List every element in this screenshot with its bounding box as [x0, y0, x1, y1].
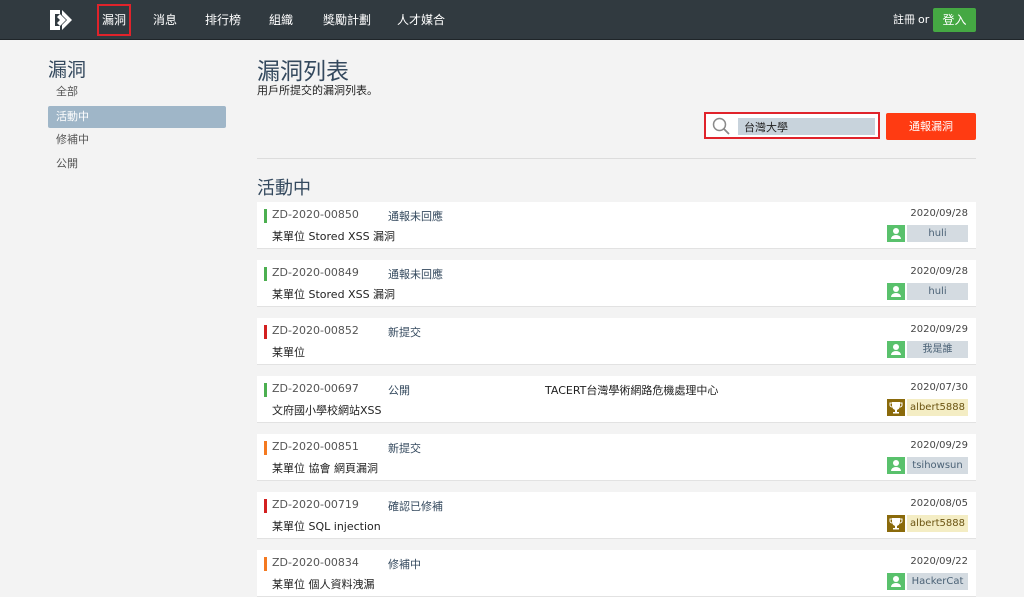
vulnerability-status: 公開: [388, 384, 410, 397]
vulnerability-title[interactable]: 某單位 協會 網頁漏洞: [272, 460, 378, 476]
vulnerability-title[interactable]: 文府國小學校網站XSS: [272, 402, 382, 418]
sidebar-item-patching[interactable]: 修補中: [48, 129, 226, 151]
reporter-badge[interactable]: huli: [887, 283, 968, 300]
reporter-username: albert5888: [907, 515, 968, 532]
vulnerability-status: 確認已修補: [388, 500, 443, 513]
divider: [257, 158, 976, 159]
vulnerability-status: 新提交: [388, 326, 421, 339]
vulnerability-card[interactable]: ZD-2020-00849 通報未回應 2020/09/28 某單位 Stored X…: [257, 260, 976, 307]
user-icon: [887, 457, 905, 474]
reporter-username: HackerCat: [907, 573, 968, 590]
search-box: [704, 112, 880, 139]
report-vulnerability-button[interactable]: 通報漏洞: [886, 113, 976, 140]
vulnerability-id[interactable]: ZD-2020-00697: [272, 382, 359, 395]
vulnerability-status: 通報未回應: [388, 210, 443, 223]
user-icon: [887, 225, 905, 242]
vulnerability-status: 修補中: [388, 558, 421, 571]
reporter-badge[interactable]: albert5888: [887, 515, 968, 532]
reporter-badge[interactable]: albert5888: [887, 399, 968, 416]
top-navbar: 漏洞 消息 排行榜 組織 獎勵計劃 人才媒合 註冊 or 登入: [0, 0, 1024, 40]
sidebar-item-public[interactable]: 公開: [48, 153, 226, 175]
register-link[interactable]: 註冊: [893, 0, 915, 40]
reporter-badge[interactable]: tsihowsun: [887, 457, 968, 474]
vulnerability-card[interactable]: ZD-2020-00834 修補中 2020/09/22 某單位 個人資料洩漏 Hack…: [257, 550, 976, 597]
reporter-badge[interactable]: huli: [887, 225, 968, 242]
nav-leaderboard[interactable]: 排行榜: [198, 0, 248, 40]
severity-indicator: [264, 441, 267, 455]
vulnerability-title[interactable]: 某單位 Stored XSS 漏洞: [272, 286, 395, 302]
reporter-username: 我是誰: [907, 341, 968, 358]
sidebar-item-active[interactable]: 活動中: [48, 106, 226, 128]
nav-news[interactable]: 消息: [146, 0, 184, 40]
reporter-username: albert5888: [907, 399, 968, 416]
search-icon[interactable]: [712, 117, 730, 135]
vulnerability-status: 新提交: [388, 442, 421, 455]
severity-indicator: [264, 267, 267, 281]
vulnerability-title[interactable]: 某單位 SQL injection: [272, 518, 381, 534]
vulnerability-id[interactable]: ZD-2020-00850: [272, 208, 359, 221]
site-logo-icon[interactable]: [46, 6, 74, 34]
vulnerability-id[interactable]: ZD-2020-00849: [272, 266, 359, 279]
vulnerability-date: 2020/09/28: [910, 208, 968, 219]
severity-indicator: [264, 325, 267, 339]
login-button[interactable]: 登入: [933, 8, 976, 32]
vulnerability-date: 2020/08/05: [910, 498, 968, 509]
vulnerability-id[interactable]: ZD-2020-00834: [272, 556, 359, 569]
vulnerability-id[interactable]: ZD-2020-00851: [272, 440, 359, 453]
reporter-badge[interactable]: HackerCat: [887, 573, 968, 590]
vulnerability-date: 2020/09/28: [910, 266, 968, 277]
vulnerability-date: 2020/07/30: [910, 382, 968, 393]
vulnerability-title[interactable]: 某單位 Stored XSS 漏洞: [272, 228, 395, 244]
severity-indicator: [264, 557, 267, 571]
user-icon: [887, 283, 905, 300]
nav-talent-matching[interactable]: 人才媒合: [390, 0, 452, 40]
sidebar-title: 漏洞: [48, 59, 87, 81]
nav-organizations[interactable]: 組織: [262, 0, 300, 40]
severity-indicator: [264, 499, 267, 513]
trophy-icon: [887, 515, 905, 532]
vulnerability-date: 2020/09/29: [910, 324, 968, 335]
page-title: 漏洞列表: [257, 59, 349, 85]
or-text: or: [918, 13, 930, 26]
sidebar-item-all[interactable]: 全部: [48, 81, 226, 103]
vulnerability-vendor[interactable]: TACERT台灣學術網路危機處理中心: [545, 382, 718, 398]
vulnerability-title[interactable]: 某單位 個人資料洩漏: [272, 576, 375, 592]
user-icon: [887, 573, 905, 590]
section-title: 活動中: [257, 178, 311, 199]
page-subtitle: 用戶所提交的漏洞列表。: [257, 84, 378, 97]
trophy-icon: [887, 399, 905, 416]
severity-indicator: [264, 383, 267, 397]
search-input[interactable]: [738, 118, 875, 135]
reporter-username: tsihowsun: [907, 457, 968, 474]
nav-reward-programs[interactable]: 獎勵計劃: [316, 0, 378, 40]
severity-indicator: [264, 209, 267, 223]
reporter-username: huli: [907, 225, 968, 242]
vulnerability-date: 2020/09/29: [910, 440, 968, 451]
nav-vulnerabilities[interactable]: 漏洞: [93, 0, 135, 40]
vulnerability-date: 2020/09/22: [910, 556, 968, 567]
vulnerability-title[interactable]: 某單位: [272, 344, 305, 360]
vulnerability-status: 通報未回應: [388, 268, 443, 281]
user-icon: [887, 341, 905, 358]
vulnerability-card[interactable]: ZD-2020-00719 確認已修補 2020/08/05 某單位 SQL inje…: [257, 492, 976, 539]
vulnerability-card[interactable]: ZD-2020-00852 新提交 2020/09/29 某單位 我是誰: [257, 318, 976, 365]
vulnerability-id[interactable]: ZD-2020-00852: [272, 324, 359, 337]
vulnerability-id[interactable]: ZD-2020-00719: [272, 498, 359, 511]
reporter-username: huli: [907, 283, 968, 300]
vulnerability-card[interactable]: ZD-2020-00850 通報未回應 2020/09/28 某單位 Stored X…: [257, 202, 976, 249]
vulnerability-card[interactable]: ZD-2020-00851 新提交 2020/09/29 某單位 協會 網頁漏洞 tsi…: [257, 434, 976, 481]
reporter-badge[interactable]: 我是誰: [887, 341, 968, 358]
vulnerability-card[interactable]: ZD-2020-00697 公開 TACERT台灣學術網路危機處理中心 2020/07…: [257, 376, 976, 423]
